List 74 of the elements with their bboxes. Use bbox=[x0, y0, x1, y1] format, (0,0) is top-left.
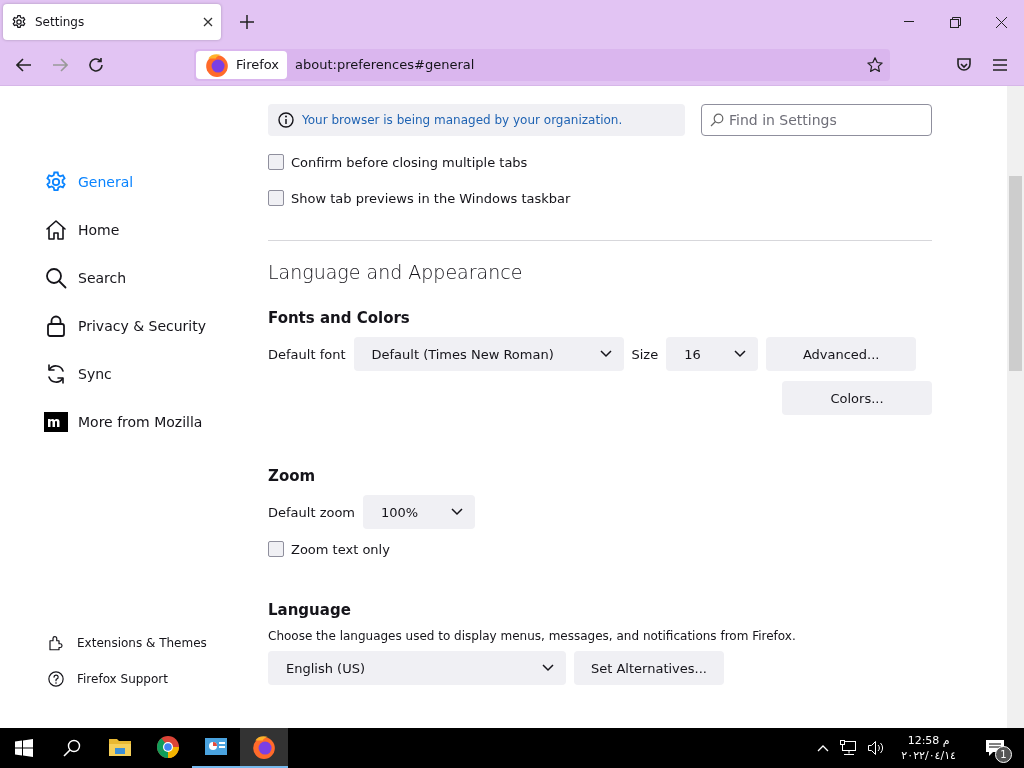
firefox-icon bbox=[204, 51, 230, 78]
close-icon[interactable] bbox=[203, 17, 213, 27]
notification-count: 1 bbox=[995, 746, 1012, 763]
checkbox[interactable] bbox=[268, 541, 284, 557]
set-alternatives-button[interactable]: Set Alternatives... bbox=[574, 651, 724, 685]
star-icon[interactable] bbox=[866, 55, 884, 74]
sidebar-item[interactable]: Sync bbox=[44, 358, 268, 390]
search-field[interactable]: Find in Settings bbox=[701, 104, 932, 136]
chevron-down-icon bbox=[542, 664, 554, 672]
new-tab-icon[interactable] bbox=[240, 15, 254, 29]
reload-icon[interactable] bbox=[88, 56, 104, 73]
identity-label: Firefox bbox=[236, 57, 280, 72]
search-icon[interactable] bbox=[63, 739, 81, 757]
section-title: Language and Appearance bbox=[268, 261, 524, 283]
scrollbar[interactable] bbox=[1007, 86, 1024, 728]
back-arrow-icon[interactable] bbox=[16, 57, 32, 72]
sidebar-item[interactable]: Search bbox=[44, 262, 268, 294]
network-icon[interactable] bbox=[839, 740, 858, 756]
fonts-heading: Fonts and Colors bbox=[268, 309, 411, 327]
identity-box[interactable]: Firefox bbox=[196, 50, 288, 79]
language-description: Choose the languages used to display menus, messages, and notifications from Firefox. bbox=[268, 629, 797, 643]
home-icon bbox=[44, 218, 68, 242]
info-icon bbox=[278, 112, 294, 128]
chevron-down-icon bbox=[451, 508, 464, 516]
zoom-heading: Zoom bbox=[268, 467, 317, 485]
checkbox-label[interactable]: Confirm before closing multiple tabs bbox=[291, 154, 528, 170]
default-font-label: Default font bbox=[268, 346, 346, 362]
close-icon[interactable] bbox=[995, 16, 1007, 28]
size-dropdown[interactable]: 16 bbox=[666, 337, 759, 371]
puzzle-icon bbox=[47, 634, 65, 652]
chevron-down-icon bbox=[734, 350, 747, 358]
notifications-button[interactable]: 1 bbox=[980, 733, 1010, 763]
minimize-icon[interactable] bbox=[904, 21, 914, 23]
font-dropdown[interactable]: Default (Times New Roman) bbox=[353, 337, 624, 371]
speaker-icon[interactable] bbox=[867, 740, 886, 756]
restore-icon[interactable] bbox=[949, 16, 961, 28]
sidebar-item[interactable]: Privacy & Security bbox=[44, 310, 268, 342]
firefox-icon bbox=[251, 734, 277, 760]
language-dropdown[interactable]: English (US) bbox=[268, 651, 566, 685]
sidebar-link[interactable]: Extensions & Themes bbox=[44, 632, 268, 654]
folder-icon bbox=[108, 736, 132, 758]
zoom-dropdown[interactable]: 100% bbox=[363, 495, 476, 529]
notice-text: Your browser is being managed by your organization. bbox=[302, 113, 623, 127]
clock[interactable]: 12:58 م ٢٠٢٢/٠٤/١٤ bbox=[895, 733, 962, 763]
menu-icon[interactable] bbox=[993, 58, 1007, 71]
size-label: Size bbox=[631, 346, 659, 362]
checkbox[interactable] bbox=[268, 190, 284, 206]
chevron-up-icon[interactable] bbox=[817, 744, 830, 752]
default-zoom-label: Default zoom bbox=[268, 504, 356, 520]
sidebar-item[interactable]: More from Mozilla bbox=[44, 406, 268, 438]
taskbar-app[interactable] bbox=[240, 728, 288, 768]
checkbox-label[interactable]: Show tab previews in the Windows taskbar bbox=[291, 190, 571, 206]
windows-start-icon[interactable] bbox=[15, 739, 33, 757]
sidebar-link[interactable]: Firefox Support bbox=[44, 668, 268, 690]
address-bar[interactable]: Firefox about:preferences#general bbox=[194, 48, 890, 81]
control-panel-icon bbox=[204, 736, 228, 758]
mozilla-m-icon bbox=[44, 410, 68, 434]
advanced-button[interactable]: Advanced... bbox=[766, 337, 917, 371]
sidebar-item[interactable]: Home bbox=[44, 214, 268, 246]
chevron-down-icon bbox=[599, 350, 612, 358]
sidebar-item[interactable]: General bbox=[44, 166, 268, 198]
chrome-icon bbox=[156, 735, 180, 759]
colors-button[interactable]: Colors... bbox=[782, 381, 932, 415]
url-text: about:preferences#general bbox=[295, 57, 476, 72]
search-icon bbox=[44, 266, 68, 290]
lock-icon bbox=[44, 314, 68, 338]
gear-icon bbox=[11, 14, 27, 30]
checkbox-label[interactable]: Zoom text only bbox=[291, 541, 390, 557]
gear-icon bbox=[44, 170, 68, 194]
language-heading: Language bbox=[268, 601, 352, 619]
browser-tab[interactable]: Settings bbox=[3, 4, 221, 40]
help-icon bbox=[47, 670, 65, 688]
checkbox[interactable] bbox=[268, 154, 284, 170]
pocket-icon[interactable] bbox=[956, 56, 972, 73]
